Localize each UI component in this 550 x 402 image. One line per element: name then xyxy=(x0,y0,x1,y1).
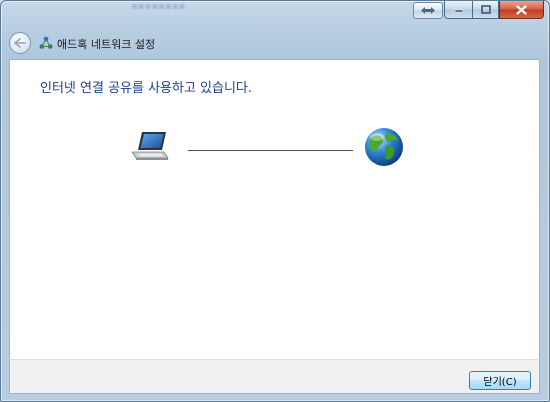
back-arrow-icon xyxy=(14,38,26,48)
globe-icon xyxy=(363,126,405,172)
connection-line xyxy=(188,150,353,151)
close-icon xyxy=(516,4,527,15)
maximize-icon xyxy=(480,5,491,14)
minimize-icon xyxy=(454,9,463,12)
back-button[interactable] xyxy=(9,32,31,54)
maximize-button[interactable] xyxy=(472,1,499,19)
minimize-button[interactable] xyxy=(444,1,472,19)
close-button[interactable]: 닫기(C) xyxy=(469,371,531,390)
status-heading: 인터넷 연결 공유를 사용하고 있습니다. xyxy=(40,81,253,96)
resize-arrows-icon xyxy=(421,7,435,14)
dialog-window: ▪▪▪▪▪▪▪▪ 애드혹 네트워크 설정 인터넷 연결 공유를 사용하고 있습니… xyxy=(0,0,550,402)
content-panel: 인터넷 연결 공유를 사용하고 있습니다. xyxy=(9,59,540,359)
resize-button[interactable] xyxy=(413,2,443,19)
window-title: 애드혹 네트워크 설정 xyxy=(57,38,156,51)
laptop-icon xyxy=(128,130,172,168)
network-icon xyxy=(39,35,53,54)
close-window-button[interactable] xyxy=(499,1,544,19)
background-blur: ▪▪▪▪▪▪▪▪ xyxy=(131,1,186,12)
footer-bar: 닫기(C) xyxy=(9,359,540,394)
caption-buttons xyxy=(444,1,544,19)
